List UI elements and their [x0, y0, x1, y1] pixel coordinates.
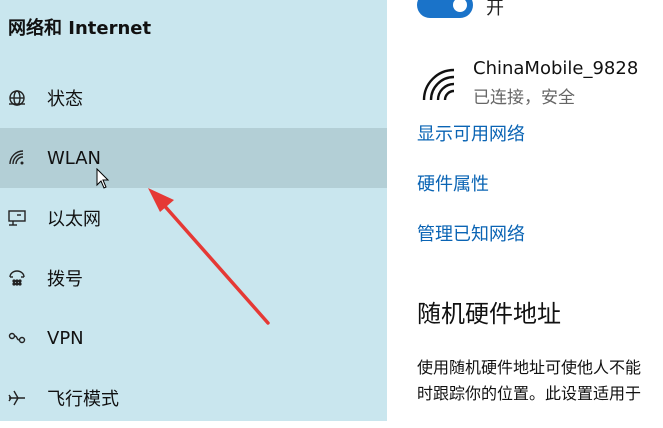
- mouse-cursor-icon: [96, 168, 110, 189]
- wifi-icon: [6, 147, 28, 169]
- airplane-icon: [6, 387, 28, 409]
- sidebar-item-label: 状态: [47, 89, 83, 110]
- sidebar-item-ethernet[interactable]: 以太网: [0, 188, 387, 248]
- sidebar-item-label: VPN: [47, 327, 84, 349]
- random-hardware-address-heading: 随机硬件地址: [417, 300, 561, 328]
- sidebar-item-label: 以太网: [47, 209, 101, 230]
- manage-known-networks-link[interactable]: 管理已知网络: [417, 220, 525, 246]
- sidebar-item-airplane[interactable]: 飞行模式: [0, 368, 387, 428]
- globe-icon: [6, 87, 28, 109]
- show-available-networks-link[interactable]: 显示可用网络: [417, 120, 525, 146]
- sidebar-item-label: 飞行模式: [47, 389, 119, 410]
- sidebar: 网络和 Internet 状态 WLAN 以太网 拨号 VPN 飞行模式: [0, 0, 387, 421]
- random-hardware-desc-line2: 时跟踪你的位置。此设置适用于: [417, 384, 642, 403]
- dialup-icon: [6, 267, 28, 289]
- sidebar-item-wlan[interactable]: WLAN: [0, 128, 387, 188]
- wifi-toggle[interactable]: [417, 0, 473, 18]
- sidebar-title: 网络和 Internet: [8, 18, 152, 39]
- hardware-properties-link[interactable]: 硬件属性: [417, 170, 489, 196]
- sidebar-item-dialup[interactable]: 拨号: [0, 248, 387, 308]
- network-name[interactable]: ChinaMobile_9828: [473, 58, 638, 79]
- sidebar-item-status[interactable]: 状态: [0, 68, 387, 128]
- random-hardware-desc-line1: 使用随机硬件地址可使他人不能: [417, 358, 642, 377]
- sidebar-item-label: WLAN: [47, 147, 102, 169]
- sidebar-item-label: 拨号: [47, 269, 83, 290]
- wifi-signal-icon: [422, 68, 455, 101]
- toggle-knob: [453, 0, 467, 12]
- vpn-icon: [6, 327, 28, 349]
- toggle-state-label: 开: [486, 0, 504, 19]
- sidebar-item-vpn[interactable]: VPN: [0, 308, 387, 368]
- network-status: 已连接，安全: [473, 88, 575, 108]
- ethernet-icon: [6, 207, 28, 229]
